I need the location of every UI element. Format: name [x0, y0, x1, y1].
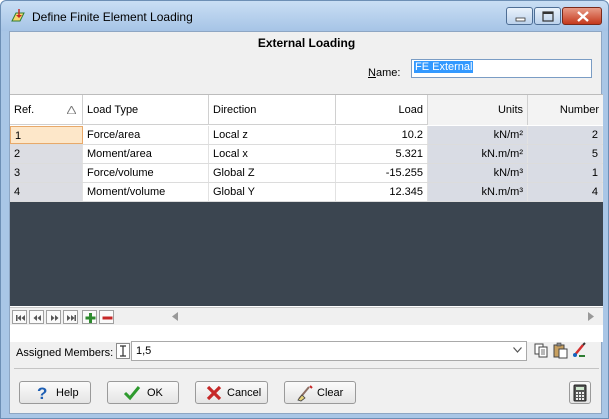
close-button[interactable]: [562, 7, 602, 25]
name-label: Name:: [368, 67, 401, 79]
cell-direction[interactable]: Local z: [209, 126, 336, 144]
assigned-members-value: 1,5: [136, 345, 152, 357]
cell-direction[interactable]: Global Y: [209, 183, 336, 201]
maximize-icon: [542, 11, 554, 22]
last-record-icon: [67, 315, 76, 321]
header-load-type[interactable]: Load Type: [83, 95, 209, 125]
dialog-client: External Loading Name: FE External Ref. …: [9, 31, 603, 414]
separator: [14, 368, 599, 369]
cell-load-type[interactable]: Force/area: [83, 126, 209, 144]
nav-prev-button[interactable]: [29, 310, 44, 324]
add-row-button[interactable]: [82, 310, 97, 324]
cell-number: 5: [528, 145, 603, 163]
first-record-icon: [16, 315, 25, 321]
nav-last-button[interactable]: [63, 310, 78, 324]
nav-next-button[interactable]: [46, 310, 61, 324]
header-direction[interactable]: Direction: [209, 95, 336, 125]
header-load[interactable]: Load: [336, 95, 428, 125]
assigned-members-input[interactable]: 1,5: [131, 341, 527, 361]
cell-units: kN.m/m³: [428, 183, 528, 201]
nav-first-button[interactable]: [12, 310, 27, 324]
loading-grid: Ref. Load Type Direction Load Units Numb…: [10, 94, 603, 342]
maximize-button[interactable]: [534, 7, 561, 25]
dialog-window: Define Finite Element Loading External L…: [0, 0, 609, 419]
check-icon: [123, 386, 141, 401]
cell-direction[interactable]: Global Z: [209, 164, 336, 182]
name-input[interactable]: FE External: [411, 59, 592, 78]
table-row[interactable]: 4 Moment/volume Global Y 12.345 kN.m/m³ …: [10, 183, 603, 202]
help-icon: ?: [37, 384, 47, 402]
scroll-left-icon[interactable]: [172, 312, 178, 321]
cell-number: 2: [528, 126, 603, 144]
plus-icon: [85, 313, 96, 323]
grid-header: Ref. Load Type Direction Load Units Numb…: [10, 95, 603, 125]
table-row[interactable]: 1 Force/area Local z 10.2 kN/m² 2: [10, 126, 603, 145]
cell-ref[interactable]: 4: [10, 183, 83, 201]
cell-load[interactable]: -15.255: [336, 164, 428, 182]
fe-load-icon: [11, 9, 25, 22]
svg-text:?: ?: [37, 384, 47, 402]
cell-units: kN/m³: [428, 164, 528, 182]
sort-ascending-icon: [67, 106, 76, 114]
ok-button[interactable]: OK: [107, 381, 179, 404]
assigned-members-label: Assigned Members:: [16, 347, 114, 359]
window-title: Define Finite Element Loading: [32, 10, 193, 24]
grid-navigator: [10, 307, 603, 325]
cancel-icon: [206, 385, 222, 401]
cell-number: 4: [528, 183, 603, 201]
chevron-down-icon[interactable]: [513, 347, 522, 353]
scroll-right-icon[interactable]: [588, 312, 594, 321]
grid-body[interactable]: 1 Force/area Local z 10.2 kN/m² 2 2 Mome…: [10, 126, 603, 306]
cancel-button[interactable]: Cancel: [195, 381, 268, 404]
calculator-button[interactable]: [569, 381, 591, 404]
cell-load[interactable]: 5.321: [336, 145, 428, 163]
cell-number: 1: [528, 164, 603, 182]
paste-icon[interactable]: [552, 342, 569, 359]
delete-row-button[interactable]: [99, 310, 114, 324]
text-cursor-icon[interactable]: [116, 343, 130, 359]
cell-load[interactable]: 10.2: [336, 126, 428, 144]
clear-button[interactable]: Clear: [284, 381, 356, 404]
cell-ref[interactable]: 3: [10, 164, 83, 182]
header-number[interactable]: Number: [528, 95, 603, 125]
pick-members-icon[interactable]: [571, 342, 588, 359]
minimize-button[interactable]: [506, 7, 533, 25]
minimize-icon: [515, 17, 526, 22]
minus-icon: [102, 316, 113, 320]
title-bar[interactable]: Define Finite Element Loading: [1, 1, 608, 31]
help-button[interactable]: ? Help: [19, 381, 91, 404]
cell-load-type[interactable]: Moment/area: [83, 145, 209, 163]
cell-load-type[interactable]: Moment/volume: [83, 183, 209, 201]
eraser-icon: [297, 385, 313, 402]
close-icon: [577, 11, 589, 22]
header-ref[interactable]: Ref.: [10, 95, 83, 125]
next-record-icon: [51, 315, 59, 321]
cell-load[interactable]: 12.345: [336, 183, 428, 201]
table-row[interactable]: 2 Moment/area Local x 5.321 kN.m/m² 5: [10, 145, 603, 164]
cell-ref[interactable]: 1: [10, 126, 83, 144]
cell-load-type[interactable]: Force/volume: [83, 164, 209, 182]
cell-direction[interactable]: Local x: [209, 145, 336, 163]
cell-units: kN/m²: [428, 126, 528, 144]
header-units[interactable]: Units: [428, 95, 528, 125]
cell-units: kN.m/m²: [428, 145, 528, 163]
calculator-icon: [573, 384, 587, 402]
prev-record-icon: [33, 315, 41, 321]
table-row[interactable]: 3 Force/volume Global Z -15.255 kN/m³ 1: [10, 164, 603, 183]
cell-ref[interactable]: 2: [10, 145, 83, 163]
copy-icon[interactable]: [533, 342, 550, 359]
name-input-value: FE External: [414, 61, 474, 73]
dialog-heading: External Loading: [257, 36, 356, 50]
